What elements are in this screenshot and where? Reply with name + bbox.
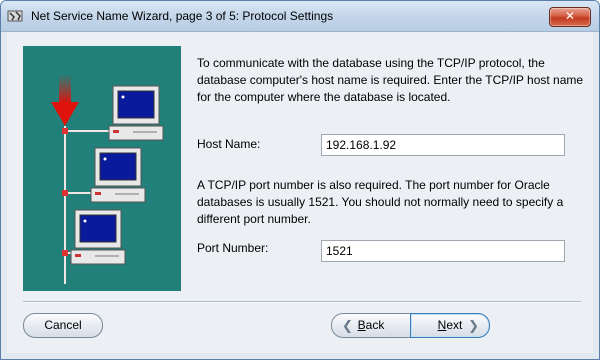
port-number-input[interactable] [321,240,565,262]
close-button[interactable]: ✕ [549,7,591,27]
wizard-body: To communicate with the database using t… [7,32,593,353]
cancel-label: Cancel [44,318,82,332]
host-name-label: Host Name: [197,137,261,151]
next-label: Next [437,318,463,332]
host-name-input[interactable] [321,134,565,156]
intro-text: To communicate with the database using t… [197,56,584,104]
wizard-app-icon [7,10,23,22]
chevron-right-icon: ❯ [468,318,479,333]
back-label: Back [357,318,385,332]
wizard-window: Net Service Name Wizard, page 3 of 5: Pr… [0,0,600,360]
window-title: Net Service Name Wizard, page 3 of 5: Pr… [31,9,334,23]
port-intro-text: A TCP/IP port number is also required. T… [197,178,564,226]
cancel-button[interactable]: Cancel [23,313,103,338]
networked-computers-illustration [23,46,181,291]
title-bar[interactable]: Net Service Name Wizard, page 3 of 5: Pr… [1,1,599,32]
back-button[interactable]: ❮ Back [331,313,411,338]
port-number-label: Port Number: [197,241,269,255]
chevron-left-icon: ❮ [342,318,353,333]
close-icon: ✕ [564,9,576,23]
next-button[interactable]: Next ❯ [410,313,490,338]
separator [23,301,581,303]
